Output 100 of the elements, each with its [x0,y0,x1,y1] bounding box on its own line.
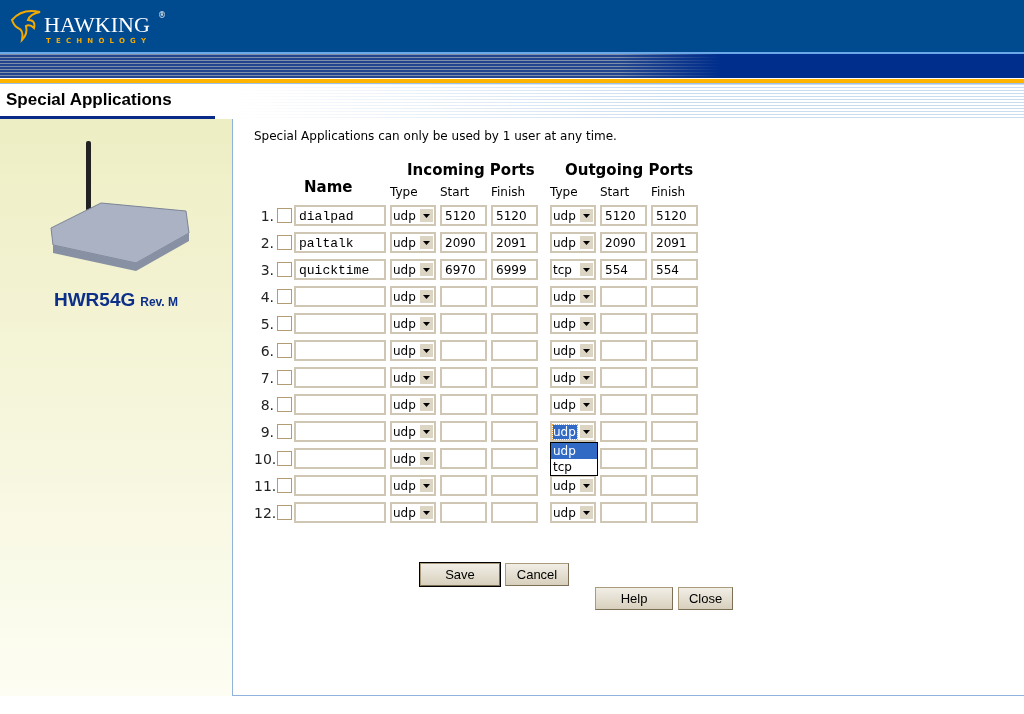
port-field[interactable] [491,421,538,442]
port-field[interactable] [491,394,538,415]
name-field[interactable] [294,394,386,415]
port-field[interactable] [491,367,538,388]
port-field[interactable] [600,448,647,469]
type-select[interactable]: udp [550,340,596,361]
checkbox[interactable] [277,397,292,412]
port-field[interactable] [651,394,698,415]
port-field[interactable] [651,367,698,388]
port-field[interactable]: 5120 [440,205,487,226]
type-select[interactable]: udp [390,421,436,442]
port-field[interactable] [440,313,487,334]
checkbox[interactable] [277,235,292,250]
type-select[interactable]: udp [550,313,596,334]
type-select[interactable]: udp [550,502,596,523]
type-select[interactable]: udp [390,340,436,361]
port-field[interactable] [600,394,647,415]
port-field[interactable] [440,367,487,388]
port-field[interactable] [440,475,487,496]
name-field[interactable] [294,448,386,469]
checkbox[interactable] [277,478,292,493]
checkbox[interactable] [277,208,292,223]
cancel-button[interactable]: Cancel [505,563,569,586]
type-select[interactable]: udp [390,448,436,469]
port-field[interactable] [491,313,538,334]
port-field[interactable] [651,340,698,361]
port-field[interactable] [440,421,487,442]
port-field[interactable] [651,313,698,334]
port-field[interactable] [491,448,538,469]
port-field[interactable] [491,475,538,496]
name-field[interactable] [294,421,386,442]
port-field[interactable] [600,502,647,523]
checkbox[interactable] [277,424,292,439]
type-select[interactable]: udp [390,367,436,388]
port-field[interactable] [491,340,538,361]
port-field[interactable] [600,421,647,442]
port-field[interactable] [600,475,647,496]
port-field[interactable]: 6999 [491,259,538,280]
name-field[interactable] [294,502,386,523]
checkbox[interactable] [277,343,292,358]
name-field[interactable] [294,313,386,334]
port-field[interactable]: 5120 [491,205,538,226]
type-select[interactable]: udp [390,232,436,253]
port-field[interactable] [491,286,538,307]
type-select[interactable]: udp [550,475,596,496]
checkbox[interactable] [277,451,292,466]
type-select[interactable]: udp [390,259,436,280]
type-select[interactable]: udp [550,367,596,388]
port-field[interactable] [651,475,698,496]
checkbox[interactable] [277,370,292,385]
port-field[interactable] [600,340,647,361]
name-field[interactable]: paltalk [294,232,386,253]
type-select[interactable]: udp [390,205,436,226]
checkbox[interactable] [277,316,292,331]
name-field[interactable] [294,340,386,361]
port-field[interactable]: 2090 [600,232,647,253]
port-field[interactable] [651,448,698,469]
type-select[interactable]: udp [550,205,596,226]
save-button[interactable]: Save [420,563,500,586]
port-field[interactable] [440,394,487,415]
checkbox[interactable] [277,505,292,520]
port-field[interactable] [491,502,538,523]
name-field[interactable] [294,367,386,388]
name-field[interactable] [294,286,386,307]
type-select[interactable]: udp [390,286,436,307]
type-select[interactable]: udp [390,475,436,496]
type-select[interactable]: udp [390,313,436,334]
type-select[interactable]: tcp [550,259,596,280]
page-title: Special Applications [6,90,172,110]
name-field[interactable] [294,475,386,496]
port-field[interactable]: 6970 [440,259,487,280]
port-field[interactable] [651,502,698,523]
type-select[interactable]: udp [550,394,596,415]
dropdown-option[interactable]: udp [551,443,597,459]
type-select[interactable]: udp [390,394,436,415]
port-field[interactable] [440,286,487,307]
name-field[interactable]: dialpad [294,205,386,226]
port-field[interactable]: 5120 [600,205,647,226]
port-field[interactable]: 5120 [651,205,698,226]
port-field[interactable] [600,313,647,334]
type-select[interactable]: udp [550,286,596,307]
port-field[interactable] [440,448,487,469]
port-field[interactable] [440,502,487,523]
type-select[interactable]: udp [390,502,436,523]
name-field[interactable]: quicktime [294,259,386,280]
port-field[interactable] [440,340,487,361]
close-button[interactable]: Close [678,587,733,610]
port-field[interactable] [600,286,647,307]
type-select[interactable]: udp [550,232,596,253]
port-field[interactable]: 2090 [440,232,487,253]
port-field[interactable]: 2091 [491,232,538,253]
port-field[interactable]: 2091 [651,232,698,253]
port-field[interactable]: 554 [600,259,647,280]
port-field[interactable] [651,286,698,307]
checkbox[interactable] [277,262,292,277]
port-field[interactable] [651,421,698,442]
port-field[interactable]: 554 [651,259,698,280]
help-button[interactable]: Help [595,587,673,610]
checkbox[interactable] [277,289,292,304]
port-field[interactable] [600,367,647,388]
